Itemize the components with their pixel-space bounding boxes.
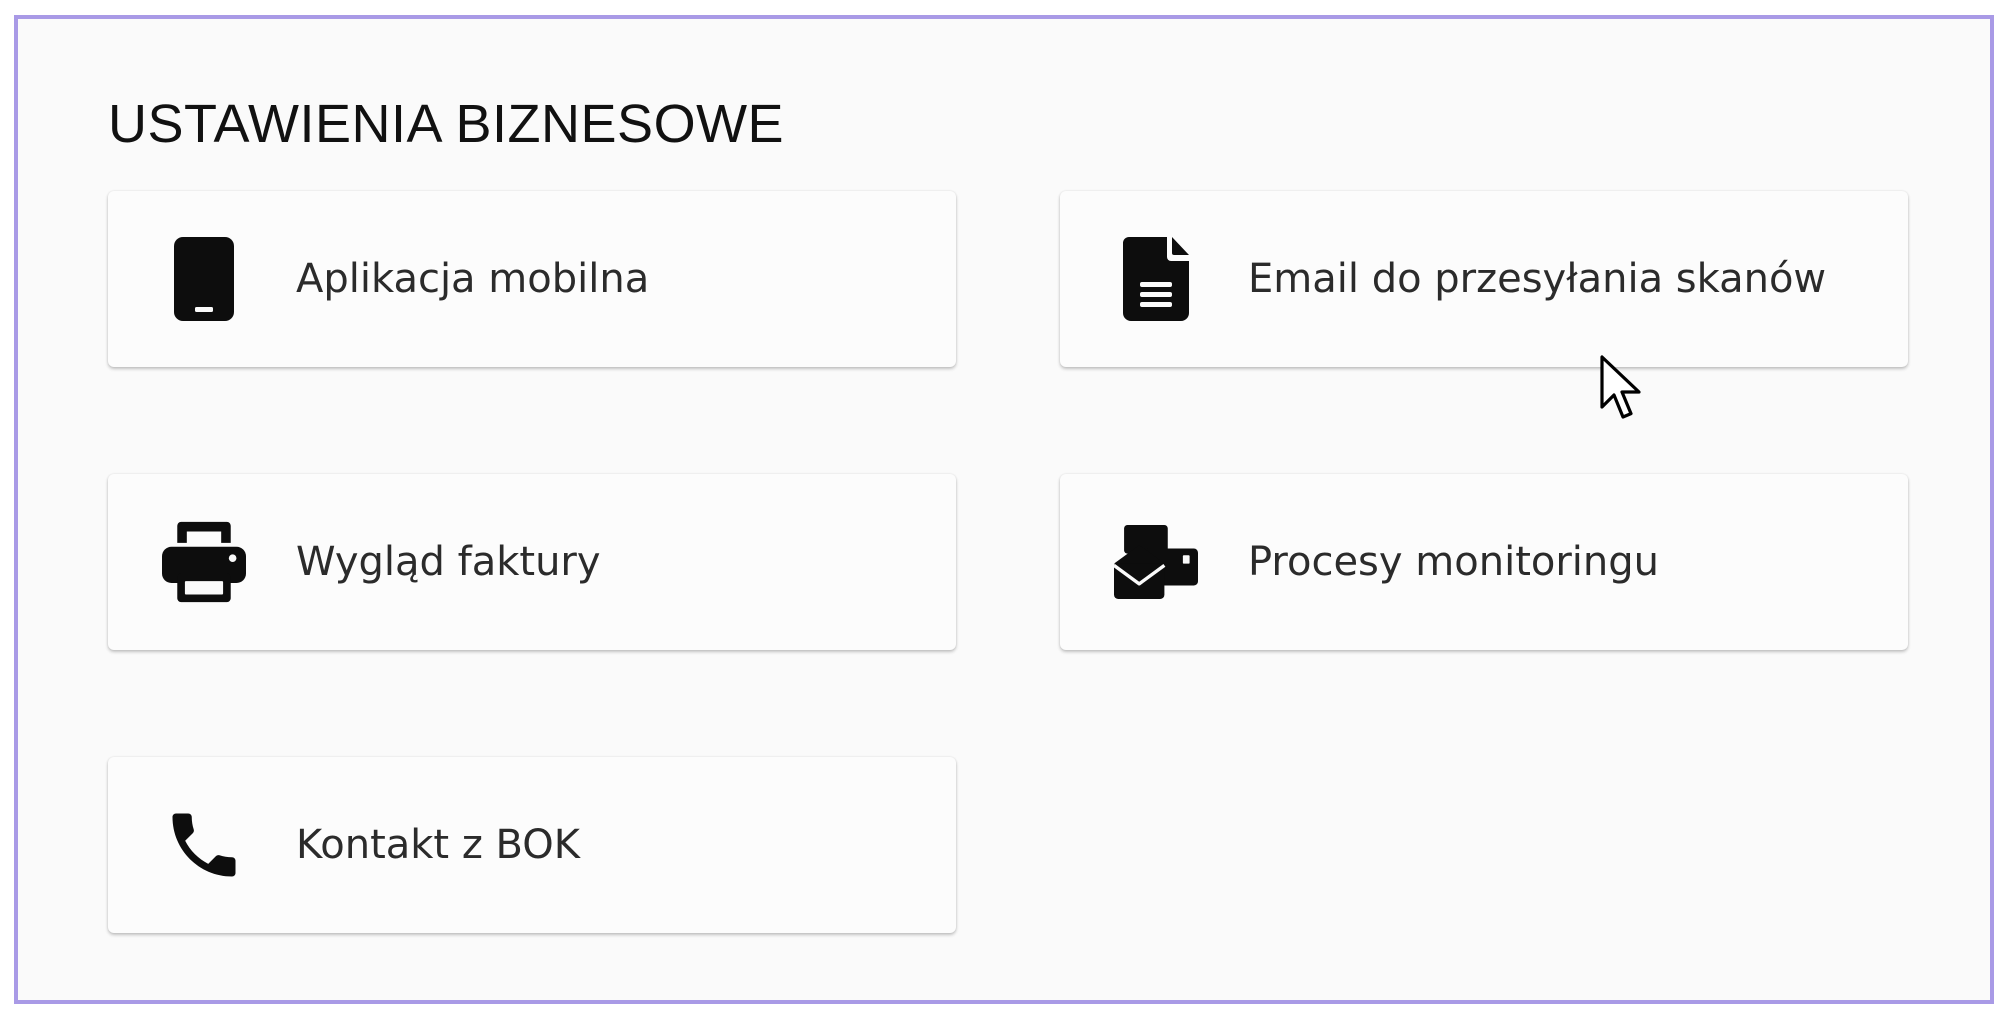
card-contact-bok[interactable]: Kontakt z BOK xyxy=(108,757,956,933)
document-icon xyxy=(1114,237,1198,321)
printer-icon xyxy=(162,520,246,604)
card-email-scans[interactable]: Email do przesyłania skanów xyxy=(1060,191,1908,367)
phone-icon xyxy=(162,803,246,887)
card-mobile-app[interactable]: Aplikacja mobilna xyxy=(108,191,956,367)
card-label: Wygląd faktury xyxy=(296,539,601,585)
card-monitoring-processes[interactable]: Procesy monitoringu xyxy=(1060,474,1908,650)
envelopes-icon xyxy=(1114,520,1198,604)
card-label: Kontakt z BOK xyxy=(296,822,580,868)
mobile-phone-icon xyxy=(162,237,246,321)
card-label: Email do przesyłania skanów xyxy=(1248,256,1827,302)
settings-panel: USTAWIENIA BIZNESOWE Aplikacja mobilna E… xyxy=(14,15,1994,1004)
card-label: Procesy monitoringu xyxy=(1248,539,1659,585)
card-label: Aplikacja mobilna xyxy=(296,256,650,302)
section-title: USTAWIENIA BIZNESOWE xyxy=(108,94,785,154)
card-invoice-appearance[interactable]: Wygląd faktury xyxy=(108,474,956,650)
